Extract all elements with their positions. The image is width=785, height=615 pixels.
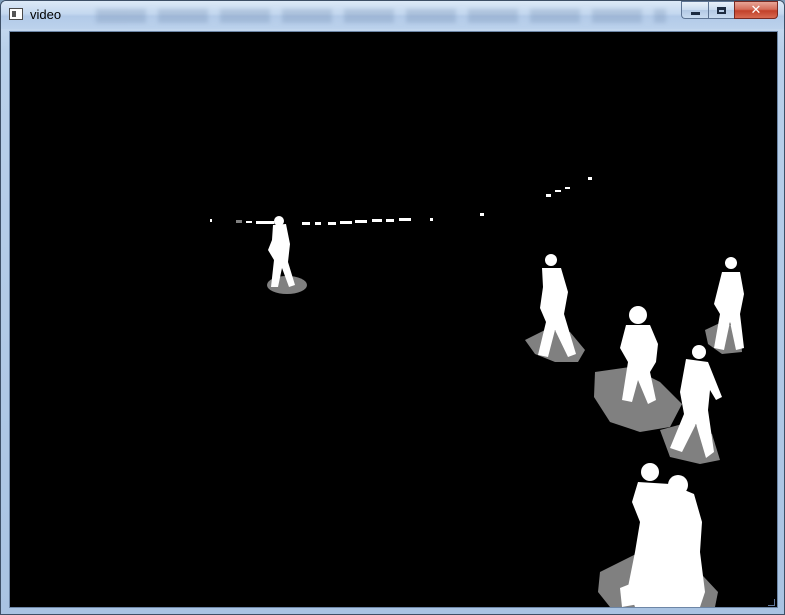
video-frame — [9, 31, 778, 608]
noise-dots — [210, 177, 592, 225]
foreground-mask-image — [210, 177, 744, 607]
title-bar[interactable]: video ✕ — [1, 1, 784, 29]
title-bar-background — [96, 9, 666, 23]
minimize-icon — [690, 11, 700, 15]
person-blob-2 — [525, 254, 585, 362]
person-blob-group — [598, 463, 718, 607]
person-blob-1 — [267, 216, 307, 294]
person-blob-4 — [594, 306, 682, 432]
minimize-button[interactable] — [681, 1, 708, 19]
window-app-icon[interactable] — [9, 8, 23, 20]
window-controls: ✕ — [681, 1, 778, 21]
maximize-button[interactable] — [708, 1, 734, 19]
close-button[interactable]: ✕ — [734, 1, 778, 19]
resize-grip[interactable] — [768, 599, 775, 606]
window-title: video — [30, 7, 62, 22]
app-window: video ✕ — [0, 0, 785, 615]
person-blob-3 — [705, 257, 744, 354]
close-icon: ✕ — [750, 2, 762, 17]
maximize-icon — [717, 6, 726, 14]
